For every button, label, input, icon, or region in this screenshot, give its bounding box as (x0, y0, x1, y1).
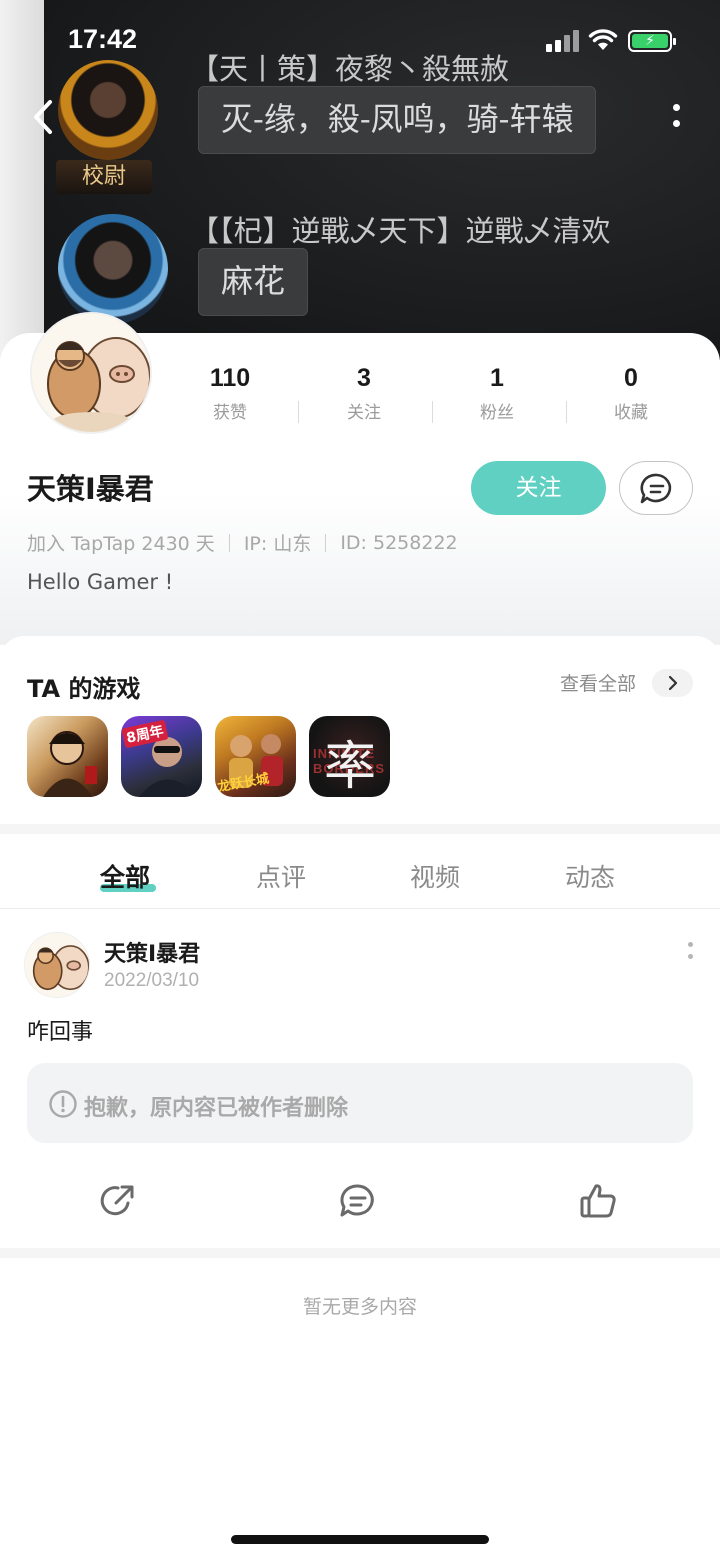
section-gap (0, 824, 720, 834)
post-avatar-illustration (25, 933, 89, 997)
no-more-content: 暂无更多内容 (302, 1296, 417, 1318)
game-glyph-4: 率 (324, 737, 377, 797)
chevron-right-icon[interactable] (652, 669, 693, 697)
post-author-avatar[interactable] (24, 932, 90, 998)
post-author-name[interactable]: 天策I暴君 (104, 936, 200, 968)
game-icon-2[interactable]: 8周年 (121, 716, 202, 797)
stat-likes-label: 获赞 (213, 403, 247, 423)
games-title: TA 的游戏 (27, 675, 141, 703)
chat-rank-badge: 校尉 (56, 160, 152, 194)
post-more-icon[interactable] (684, 940, 698, 964)
chat-bubble-icon (640, 473, 672, 504)
profile-meta: 加入 TapTap 2430 天 IP: 山东 ID: 5258222 (27, 529, 458, 556)
message-button[interactable] (619, 461, 693, 515)
meta-divider (325, 533, 327, 552)
user-id: ID: 5258222 (340, 531, 458, 554)
back-arrow-icon[interactable] (30, 98, 58, 136)
chat-bubble-1: 灭-缘，殺-凤鸣，骑-轩辕 (198, 86, 597, 154)
home-indicator[interactable] (231, 1535, 489, 1544)
view-all-link[interactable]: 查看全部 (560, 669, 636, 696)
section-gap (0, 1248, 720, 1258)
tab-all-label: 全部 (100, 863, 151, 892)
post-date: 2022/03/10 (104, 970, 200, 991)
stat-divider (566, 401, 567, 423)
more-menu-icon[interactable] (664, 100, 688, 134)
stat-favorites-value: 0 (624, 364, 638, 392)
ip-location: IP: 山东 (243, 533, 312, 555)
chat-sender-2: 【【杞】逆戰乄天下】逆戰乄清欢 (190, 214, 611, 248)
stat-likes[interactable]: 110 获赞 (175, 364, 285, 423)
chat-sender-1: 【天丨策】夜黎丶殺無赦 (190, 52, 510, 86)
stat-followers-value: 1 (490, 364, 504, 392)
tab-videos[interactable]: 视频 (410, 858, 460, 894)
deleted-content-text: 抱歉，原内容已被作者删除 (84, 1096, 349, 1121)
game-art-1 (43, 731, 97, 797)
profile-bio: Hello Gamer ! (27, 570, 174, 594)
stat-followers[interactable]: 1 粉丝 (442, 364, 552, 423)
stat-following-value: 3 (357, 364, 371, 392)
post-text: 咋回事 (27, 1020, 94, 1045)
game-icon-1[interactable] (27, 716, 108, 797)
info-warning-icon (49, 1090, 77, 1118)
stat-favorites-label: 收藏 (614, 403, 648, 423)
status-time: 17:42 (68, 24, 138, 54)
tab-all[interactable]: 全部 (100, 858, 150, 894)
game-icon-4[interactable]: INFINITE BORDERS 率 (309, 716, 390, 797)
wifi-icon (588, 29, 618, 50)
stat-following[interactable]: 3 关注 (309, 364, 419, 423)
chat-avatar-2 (58, 214, 168, 324)
tabs-divider (0, 908, 720, 909)
stat-favorites[interactable]: 0 收藏 (576, 364, 686, 423)
stat-likes-value: 110 (209, 364, 251, 392)
chat-avatar-1 (58, 60, 158, 160)
chat-bubble-2: 麻花 (198, 248, 309, 316)
tab-reviews[interactable]: 点评 (256, 858, 306, 894)
comment-icon[interactable] (338, 1181, 378, 1221)
follow-button[interactable]: 关注 (471, 461, 606, 515)
profile-avatar[interactable] (30, 312, 152, 434)
tab-moments[interactable]: 动态 (565, 858, 615, 894)
cellular-signal-icon (546, 30, 580, 52)
battery-charging-icon: ⚡ (628, 30, 676, 52)
avatar-illustration (32, 314, 150, 432)
stat-divider (432, 401, 433, 423)
game-icon-3[interactable]: 龙跃长城 (215, 716, 296, 797)
meta-divider (228, 533, 230, 552)
stat-following-label: 关注 (347, 403, 381, 423)
stat-followers-label: 粉丝 (480, 403, 514, 423)
join-days: 加入 TapTap 2430 天 (27, 533, 215, 555)
like-thumb-icon[interactable] (578, 1181, 618, 1221)
profile-username: 天策I暴君 (27, 472, 154, 506)
stat-divider (298, 401, 299, 423)
share-icon[interactable] (98, 1181, 138, 1221)
